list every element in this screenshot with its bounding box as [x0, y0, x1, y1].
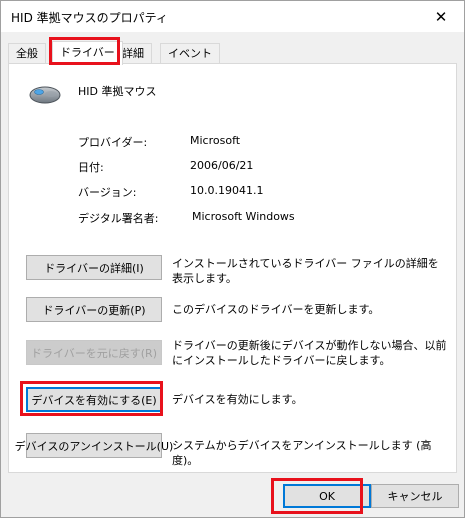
provider-value: Microsoft	[190, 134, 241, 147]
driver-panel: HID 準拠マウス プロバイダー: Microsoft 日付: 2006/06/…	[8, 63, 457, 473]
enable-device-button[interactable]: デバイスを有効にする(E)	[26, 387, 162, 412]
signer-value: Microsoft Windows	[192, 210, 295, 223]
cancel-button[interactable]: キャンセル	[371, 484, 459, 508]
uninstall-device-button[interactable]: デバイスのアンインストール(U)	[15, 433, 173, 458]
update-driver-description: このデバイスのドライバーを更新します。	[172, 303, 380, 316]
rollback-driver-button[interactable]: ドライバーを元に戻す(R)	[26, 340, 162, 365]
properties-dialog: HID 準拠マウスのプロパティ ✕ 全般 ドライバー 詳細 イベント HID 準…	[0, 0, 465, 518]
driver-details-description: インストールされているドライバー ファイルの詳細を表示します。	[172, 257, 439, 285]
close-icon: ✕	[434, 7, 448, 26]
version-label: バージョン:	[78, 186, 137, 199]
title-bar: HID 準拠マウスのプロパティ ✕	[1, 1, 464, 32]
tab-events[interactable]: イベント	[160, 43, 220, 64]
enable-device-description: デバイスを有効にします。	[172, 393, 303, 406]
date-value: 2006/06/21	[190, 159, 254, 172]
date-label: 日付:	[78, 161, 104, 174]
update-driver-button[interactable]: ドライバーの更新(P)	[26, 297, 162, 322]
uninstall-device-description: システムからデバイスをアンインストールします (高度)。	[172, 439, 432, 467]
provider-label: プロバイダー:	[78, 136, 148, 149]
signer-label: デジタル署名者:	[78, 212, 159, 225]
mouse-icon	[29, 86, 61, 104]
rollback-driver-description: ドライバーの更新後にデバイスが動作しない場合、以前にインストールしたドライバーに…	[172, 339, 447, 367]
close-button[interactable]: ✕	[418, 1, 464, 32]
ok-button[interactable]: OK	[283, 484, 371, 508]
device-name: HID 準拠マウス	[78, 85, 157, 98]
tab-driver[interactable]: ドライバー	[52, 41, 123, 65]
driver-details-button[interactable]: ドライバーの詳細(I)	[26, 255, 162, 280]
version-value: 10.0.19041.1	[190, 184, 264, 197]
tab-general[interactable]: 全般	[8, 43, 46, 64]
window-title: HID 準拠マウスのプロパティ	[11, 11, 168, 25]
